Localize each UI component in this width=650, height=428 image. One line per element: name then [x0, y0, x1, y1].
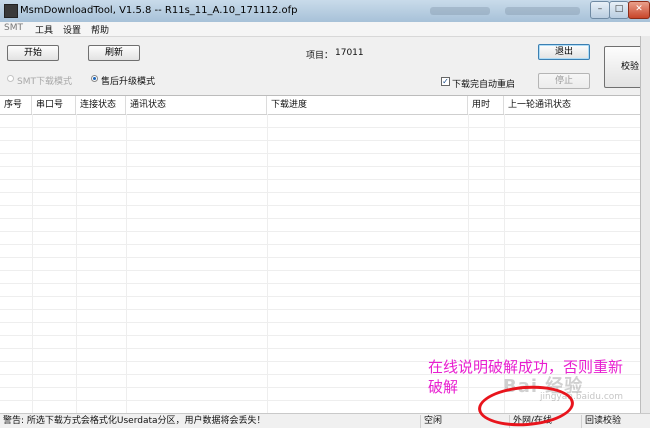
project-label: 项目： [306, 51, 334, 61]
aftersale-mode-label: 售后升级模式 [101, 77, 156, 87]
blurred-title-area-2 [505, 7, 580, 15]
auto-reboot-label: 下载完自动重启 [452, 80, 516, 90]
grid-column-line [32, 114, 33, 414]
close-button[interactable]: ✕ [628, 1, 650, 19]
auto-reboot-checkbox[interactable]: ✓ [441, 77, 450, 86]
stop-button[interactable]: 停止 [538, 73, 590, 89]
grid-column-line [126, 114, 127, 414]
app-window: MsmDownloadTool, V1.5.8 -- R11s_11_A.10_… [0, 0, 650, 428]
grid-row-line [0, 127, 640, 128]
grid-row-line [0, 335, 640, 336]
col-progress[interactable]: 下载进度 [267, 96, 468, 114]
grid-row-line [0, 283, 640, 284]
menu-tools[interactable]: 工具 [35, 23, 53, 36]
window-title: MsmDownloadTool, V1.5.8 -- R11s_11_A.10_… [20, 5, 298, 16]
menu-bar: SMT 工具 设置 帮助 [0, 22, 650, 37]
annotation-line-1: 在线说明破解成功，否则重新 [428, 358, 624, 376]
col-last-status[interactable]: 上一轮通讯状态 [504, 96, 640, 114]
grid-row-line [0, 140, 640, 141]
col-port[interactable]: 串口号 [32, 96, 76, 114]
smt-mode-radio[interactable] [7, 75, 14, 82]
grid-row-line [0, 231, 640, 232]
grid-row-line [0, 309, 640, 310]
grid-row-line [0, 257, 640, 258]
col-connection[interactable]: 连接状态 [76, 96, 126, 114]
grid-row-line [0, 348, 640, 349]
menu-settings[interactable]: 设置 [63, 23, 81, 36]
minimize-button[interactable]: – [590, 1, 610, 19]
blurred-title-area [430, 7, 490, 15]
grid-row-line [0, 218, 640, 219]
annotation-line-2: 破解 [428, 378, 459, 396]
menu-help[interactable]: 帮助 [91, 23, 109, 36]
start-button[interactable]: 开始 [7, 45, 59, 61]
grid-row-line [0, 192, 640, 193]
grid-column-line [76, 114, 77, 414]
col-comm-status[interactable]: 通讯状态 [126, 96, 267, 114]
col-index[interactable]: 序号 [0, 96, 32, 114]
status-warning: 警告: 所选下载方式会格式化Userdata分区，用户数据将会丢失！ [3, 416, 266, 426]
refresh-button[interactable]: 刷新 [88, 45, 140, 61]
aftersale-mode-radio[interactable] [91, 75, 98, 82]
maximize-button[interactable]: □ [609, 1, 629, 19]
table-header: 序号 串口号 连接状态 通讯状态 下载进度 用时 上一轮通讯状态 [0, 96, 640, 115]
grid-row-line [0, 179, 640, 180]
grid-row-line [0, 244, 640, 245]
grid-row-line [0, 205, 640, 206]
title-bar: MsmDownloadTool, V1.5.8 -- R11s_11_A.10_… [0, 0, 650, 23]
grid-row-line [0, 153, 640, 154]
status-readback: 回读校验 [581, 415, 650, 428]
exit-button[interactable]: 退出 [538, 44, 590, 60]
grid-row-line [0, 166, 640, 167]
smt-mode-label: SMT下载模式 [17, 77, 72, 87]
app-icon [4, 4, 18, 18]
menu-smt[interactable]: SMT [4, 23, 23, 33]
project-value: 17011 [335, 48, 364, 58]
grid-row-line [0, 322, 640, 323]
grid-row-line [0, 270, 640, 271]
col-time[interactable]: 用时 [468, 96, 504, 114]
grid-row-line [0, 296, 640, 297]
window-edge [640, 36, 650, 428]
grid-column-line [267, 114, 268, 414]
